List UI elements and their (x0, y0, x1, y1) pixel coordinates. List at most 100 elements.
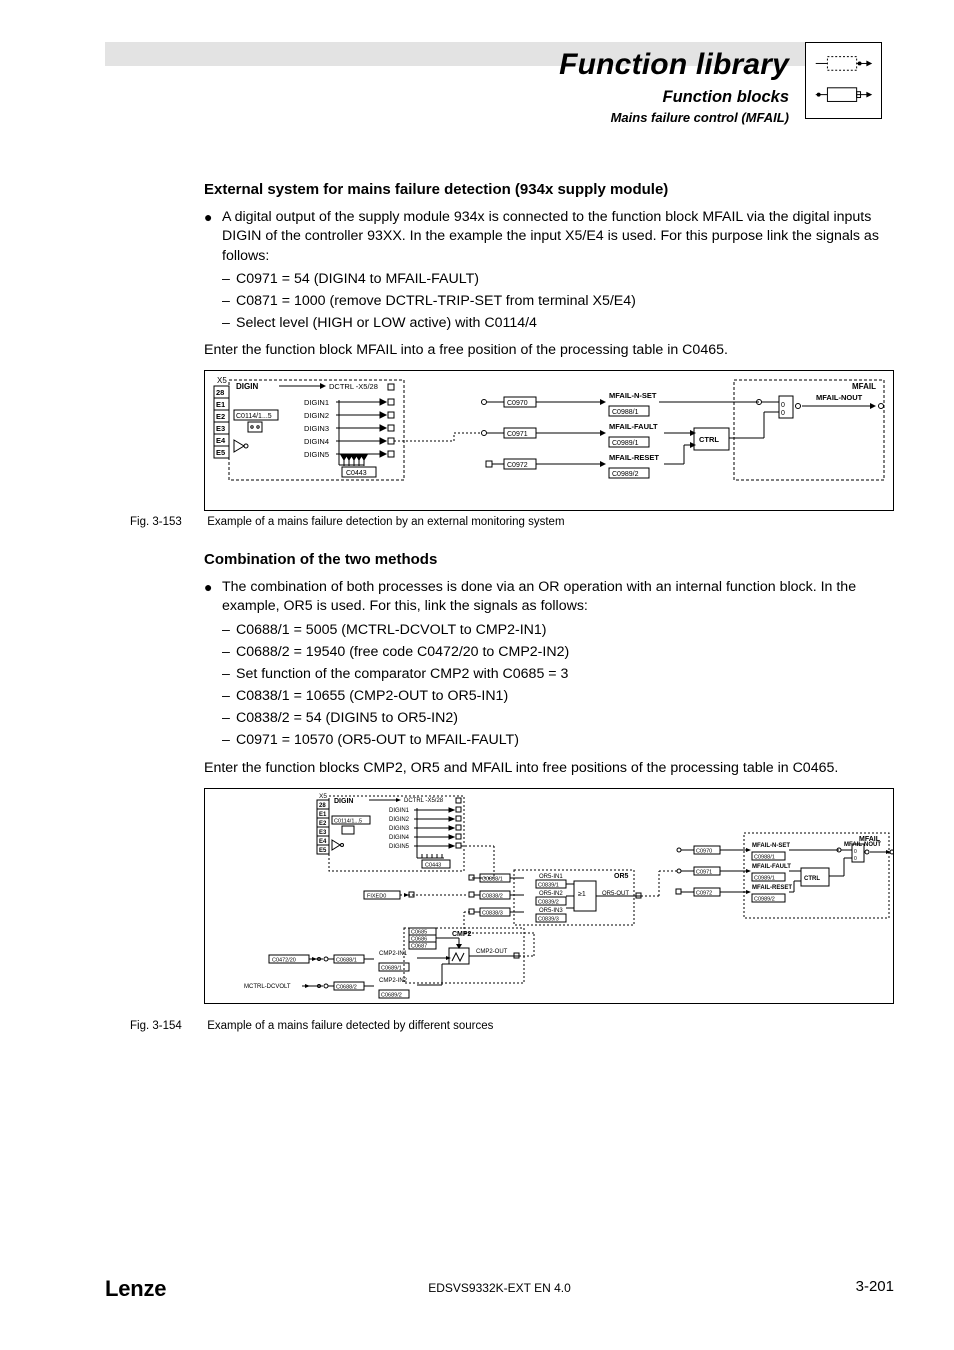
svg-text:C0988/1: C0988/1 (612, 409, 639, 416)
svg-text:E3: E3 (319, 830, 327, 836)
svg-text:C0988/1: C0988/1 (754, 854, 775, 860)
svg-text:28: 28 (216, 388, 224, 397)
svg-text:C0114/1...5: C0114/1...5 (236, 413, 272, 420)
svg-text:C0443: C0443 (346, 470, 367, 477)
section2-dash-0: –C0688/1 = 5005 (MCTRL-DCVOLT to CMP2-IN… (222, 621, 894, 640)
svg-text:DCTRL -X5/28: DCTRL -X5/28 (329, 382, 378, 391)
header-title: Function library (559, 48, 789, 82)
svg-text:X5: X5 (319, 793, 327, 800)
svg-text:MFAIL-NOUT: MFAIL-NOUT (844, 842, 881, 848)
svg-text:C0970: C0970 (507, 400, 528, 407)
svg-text:OR5: OR5 (614, 873, 629, 880)
svg-text:E5: E5 (319, 848, 327, 854)
svg-text:DIGIN1: DIGIN1 (304, 398, 329, 407)
figure-2-caption: Fig. 3-154 Example of a mains failure de… (130, 1020, 894, 1032)
svg-text:CMP2-IN1: CMP2-IN1 (379, 951, 408, 957)
page-number: 3-201 (856, 1278, 894, 1295)
svg-text:OR5-IN1: OR5-IN1 (539, 874, 563, 880)
svg-text:C0689/2: C0689/2 (381, 992, 402, 998)
svg-text:0: 0 (781, 410, 785, 417)
section2-dash-1: –C0688/2 = 19540 (free code C0472/20 to … (222, 643, 894, 662)
svg-text:E5: E5 (216, 448, 225, 457)
svg-text:C0838/1: C0838/1 (482, 876, 503, 882)
svg-text:C0688/1: C0688/1 (336, 957, 357, 963)
svg-text:C0971: C0971 (696, 869, 712, 875)
svg-text:C0970: C0970 (696, 848, 712, 854)
section2-tail: Enter the function blocks CMP2, OR5 and … (204, 759, 894, 778)
svg-text:DIGIN4: DIGIN4 (304, 437, 329, 446)
svg-text:DCTRL -X5/28: DCTRL -X5/28 (404, 798, 444, 804)
section2: Combination of the two methods ● The com… (204, 540, 894, 1014)
section2-heading: Combination of the two methods (204, 550, 894, 570)
svg-text:C0839/3: C0839/3 (538, 916, 559, 922)
svg-text:OR5-IN2: OR5-IN2 (539, 891, 563, 897)
svg-text:C0687: C0687 (411, 943, 427, 949)
section2-dash-2: –Set function of the comparator CMP2 wit… (222, 665, 894, 684)
header-subtitle: Function blocks (559, 88, 789, 107)
svg-text:≥1: ≥1 (578, 891, 586, 898)
svg-text:C0989/2: C0989/2 (612, 471, 639, 478)
svg-text:DIGIN1: DIGIN1 (389, 808, 410, 814)
svg-text:0: 0 (854, 856, 857, 862)
svg-text:MFAIL-NOUT: MFAIL-NOUT (816, 393, 863, 402)
svg-text:DIGIN5: DIGIN5 (304, 450, 329, 459)
svg-text:C0989/1: C0989/1 (754, 875, 775, 881)
svg-text:FIXED0: FIXED0 (367, 893, 386, 899)
svg-text:28: 28 (319, 803, 326, 809)
svg-text:CTRL: CTRL (804, 876, 820, 882)
page-header: Function library Function blocks Mains f… (559, 42, 882, 125)
svg-text:0: 0 (854, 849, 857, 855)
section1-bullet: ● A digital output of the supply module … (204, 208, 894, 266)
svg-text:E3: E3 (216, 424, 225, 433)
page-footer: Lenze EDSVS9332K-EXT EN 4.0 3-201 (105, 1276, 894, 1302)
svg-text:C0689/1: C0689/1 (381, 965, 402, 971)
svg-text:C0989/2: C0989/2 (754, 896, 775, 902)
svg-text:MCTRL-DCVOLT: MCTRL-DCVOLT (244, 984, 291, 990)
section2-dash-5: –C0971 = 10570 (OR5-OUT to MFAIL-FAULT) (222, 731, 894, 750)
svg-text:C0839/2: C0839/2 (538, 899, 559, 905)
svg-text:DIGIN5: DIGIN5 (389, 844, 410, 850)
section1-dash-2: –Select level (HIGH or LOW active) with … (222, 314, 894, 333)
svg-text:DIGIN2: DIGIN2 (389, 817, 410, 823)
svg-text:DIGIN3: DIGIN3 (389, 826, 410, 832)
diagram-1: X5 DIGIN 28 E1 E2 E3 E4 E5 C0114/1...5 (204, 370, 894, 515)
svg-text:CTRL: CTRL (699, 435, 719, 444)
brand-logo: Lenze (105, 1276, 166, 1301)
svg-text:C0838/2: C0838/2 (482, 893, 503, 899)
svg-text:E4: E4 (319, 839, 327, 845)
svg-text:E2: E2 (216, 412, 225, 421)
section2-bullet: ● The combination of both processes is d… (204, 578, 894, 616)
svg-text:C0971: C0971 (507, 431, 528, 438)
svg-text:C0114/1...5: C0114/1...5 (334, 818, 362, 824)
section2-dash-4: –C0838/2 = 54 (DIGIN5 to OR5-IN2) (222, 709, 894, 728)
section1-dash-0: –C0971 = 54 (DIGIN4 to MFAIL-FAULT) (222, 270, 894, 289)
svg-text:DIGIN2: DIGIN2 (304, 411, 329, 420)
svg-text:E1: E1 (319, 812, 327, 818)
figure-1-caption: Fig. 3-153 Example of a mains failure de… (130, 516, 894, 528)
svg-text:DIGIN3: DIGIN3 (304, 424, 329, 433)
svg-text:CMP2: CMP2 (452, 931, 472, 938)
svg-text:MFAIL-N-SET: MFAIL-N-SET (752, 843, 790, 849)
svg-text:MFAIL-N-SET: MFAIL-N-SET (609, 391, 657, 400)
header-subsub: Mains failure control (MFAIL) (559, 110, 789, 125)
svg-text:MFAIL-RESET: MFAIL-RESET (752, 885, 792, 891)
svg-text:CMP2-OUT: CMP2-OUT (476, 949, 508, 955)
document-id: EDSVS9332K-EXT EN 4.0 (428, 1281, 571, 1295)
svg-text:E4: E4 (216, 436, 226, 445)
svg-text:DIGIN: DIGIN (334, 798, 353, 805)
svg-text:C0972: C0972 (507, 462, 528, 469)
svg-text:MFAIL: MFAIL (852, 382, 876, 391)
svg-text:C0972: C0972 (696, 890, 712, 896)
section1-heading: External system for mains failure detect… (204, 180, 894, 200)
diagram-2: X5 DIGIN 28 E1 E2 E3 E4 E5 C0114/1...5 D… (204, 788, 894, 1008)
svg-text:C0688/2: C0688/2 (336, 984, 357, 990)
svg-text:MFAIL-FAULT: MFAIL-FAULT (752, 864, 791, 870)
svg-text:E1: E1 (216, 400, 225, 409)
svg-text:0: 0 (781, 402, 785, 409)
svg-text:DIGIN: DIGIN (236, 382, 258, 391)
svg-text:C0839/1: C0839/1 (538, 882, 559, 888)
svg-text:C0989/1: C0989/1 (612, 440, 639, 447)
svg-text:OR5-IN3: OR5-IN3 (539, 908, 563, 914)
section2-dash-3: –C0838/1 = 10655 (CMP2-OUT to OR5-IN1) (222, 687, 894, 706)
section1-tail: Enter the function block MFAIL into a fr… (204, 341, 894, 360)
